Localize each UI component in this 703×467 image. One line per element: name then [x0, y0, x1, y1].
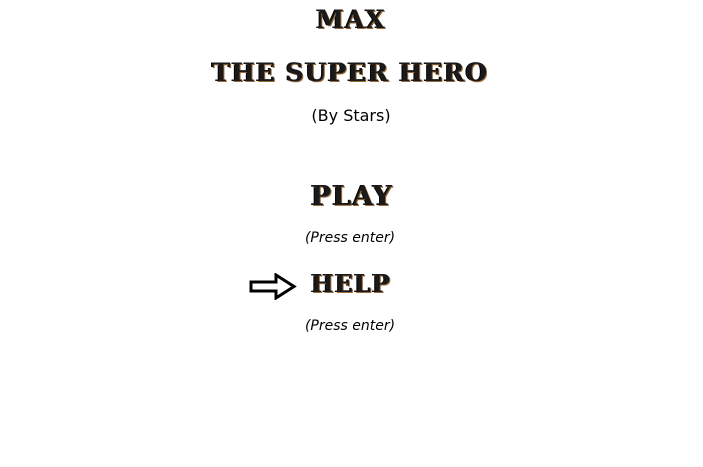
game-title: MAX: [316, 5, 386, 34]
menu-hint-play: (Press enter): [304, 230, 396, 246]
menu-hint-help: (Press enter): [304, 318, 396, 334]
author-credit: (By Stars): [311, 106, 391, 125]
title-screen: MAX THE SUPER HERO (By Stars) PLAY (Pres…: [0, 0, 703, 467]
menu-item-play[interactable]: PLAY: [311, 183, 393, 210]
menu-item-help[interactable]: HELP: [311, 272, 391, 296]
arrow-right-icon: [249, 273, 297, 300]
game-subtitle: THE SUPER HERO: [211, 58, 489, 87]
